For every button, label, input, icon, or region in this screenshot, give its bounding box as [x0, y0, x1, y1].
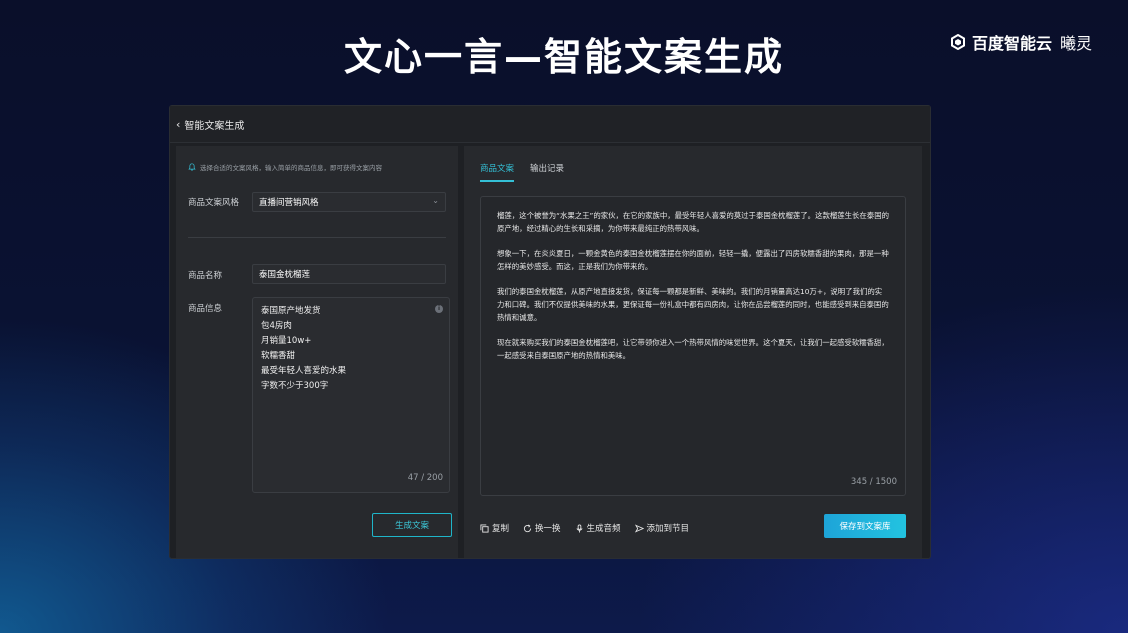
save-to-library-button[interactable]: 保存到文案库 — [824, 514, 906, 538]
form-divider — [188, 237, 446, 238]
output-paragraph: 我们的泰国金枕榴莲，从原产地直接发货，保证每一颗都是新鲜、美味的。我们的月销量高… — [497, 287, 889, 322]
bell-icon — [188, 163, 196, 171]
tip-text: 选择合适的文案风格，输入简单的商品信息，即可获得文案内容 — [188, 162, 382, 172]
app-header: ‹ 智能文案生成 — [170, 106, 930, 143]
output-textarea[interactable]: 榴莲，这个被誉为“水果之王”的家伙，在它的家族中，最受年轻人喜爱的莫过于泰国金枕… — [480, 196, 906, 496]
header-title: 智能文案生成 — [184, 120, 245, 132]
refresh-icon — [523, 524, 532, 532]
generate-button[interactable]: 生成文案 — [372, 513, 452, 537]
info-label: 商品信息 — [188, 304, 223, 314]
app-window: ‹ 智能文案生成 选择合适的文案风格，输入简单的商品信息，即可获得文案内容 商品… — [170, 106, 930, 558]
output-pane: 商品文案 输出记录 榴莲，这个被誉为“水果之王”的家伙，在它的家族中，最受年轻人… — [464, 146, 922, 558]
info-line: 字数不少于300字 — [261, 381, 329, 391]
tip-label: 选择合适的文案风格，输入简单的商品信息，即可获得文案内容 — [200, 164, 382, 172]
copy-label: 复制 — [492, 524, 510, 534]
brand-sub: 曦灵 — [1059, 34, 1092, 53]
microphone-icon — [575, 523, 583, 533]
info-line: 包4房肉 — [261, 321, 292, 331]
swap-label: 换一换 — [535, 524, 561, 534]
style-label: 商品文案风格 — [188, 198, 240, 208]
baidu-cloud-logo-icon — [950, 34, 965, 50]
style-select[interactable]: 直播间营销风格 ⌄ — [252, 192, 446, 212]
product-name-value: 泰国金枕榴莲 — [259, 270, 311, 280]
output-paragraph: 榴莲，这个被誉为“水果之王”的家伙，在它的家族中，最受年轻人喜爱的莫过于泰国金枕… — [497, 211, 889, 233]
chevron-down-icon: ⌄ — [432, 196, 439, 205]
app-body: 选择合适的文案风格，输入简单的商品信息，即可获得文案内容 商品文案风格 直播间营… — [170, 146, 930, 558]
swap-button[interactable]: 换一换 — [523, 522, 561, 534]
send-icon — [634, 523, 644, 533]
output-tabs: 商品文案 输出记录 — [480, 162, 564, 182]
style-value: 直播间营销风格 — [259, 198, 319, 208]
add-to-program-button[interactable]: 添加到节目 — [634, 522, 690, 534]
copy-icon — [480, 523, 489, 533]
info-line: 软糯香甜 — [261, 351, 296, 361]
add-program-label: 添加到节目 — [646, 524, 690, 534]
generate-audio-button[interactable]: 生成音频 — [575, 522, 621, 534]
output-paragraph: 现在就来购买我们的泰国金枕榴莲吧，让它带领你进入一个热带风情的味觉世界。这个夏天… — [497, 338, 889, 360]
tab-output-history[interactable]: 输出记录 — [530, 162, 564, 182]
name-label: 商品名称 — [188, 271, 223, 281]
tab-product-copy[interactable]: 商品文案 — [480, 162, 515, 182]
product-name-input[interactable]: 泰国金枕榴莲 — [252, 264, 446, 284]
brand-name: 百度智能云 — [971, 34, 1052, 53]
chevron-left-icon[interactable]: ‹ — [176, 118, 180, 131]
info-icon[interactable]: i — [435, 305, 443, 313]
info-line: 最受年轻人喜爱的水果 — [261, 366, 347, 376]
brand: 百度智能云 曦灵 — [950, 30, 1092, 54]
info-line: 泰国原产地发货 — [261, 306, 321, 316]
action-bar: 复制 换一换 生成音频 添加到节目 — [480, 522, 689, 534]
product-info-textarea[interactable]: 泰国原产地发货 包4房肉 月销量10w+ 软糯香甜 最受年轻人喜爱的水果 字数不… — [252, 297, 450, 493]
copy-button[interactable]: 复制 — [480, 522, 509, 534]
form-pane: 选择合适的文案风格，输入简单的商品信息，即可获得文案内容 商品文案风格 直播间营… — [176, 146, 458, 558]
info-line: 月销量10w+ — [261, 336, 312, 346]
output-counter: 345 / 1500 — [850, 477, 897, 487]
output-paragraph: 想象一下，在炎炎夏日，一颗金黄色的泰国金枕榴莲摆在你的面前，轻轻一撬，便露出了四… — [497, 249, 889, 271]
info-counter: 47 / 200 — [407, 473, 443, 483]
audio-label: 生成音频 — [586, 524, 621, 534]
